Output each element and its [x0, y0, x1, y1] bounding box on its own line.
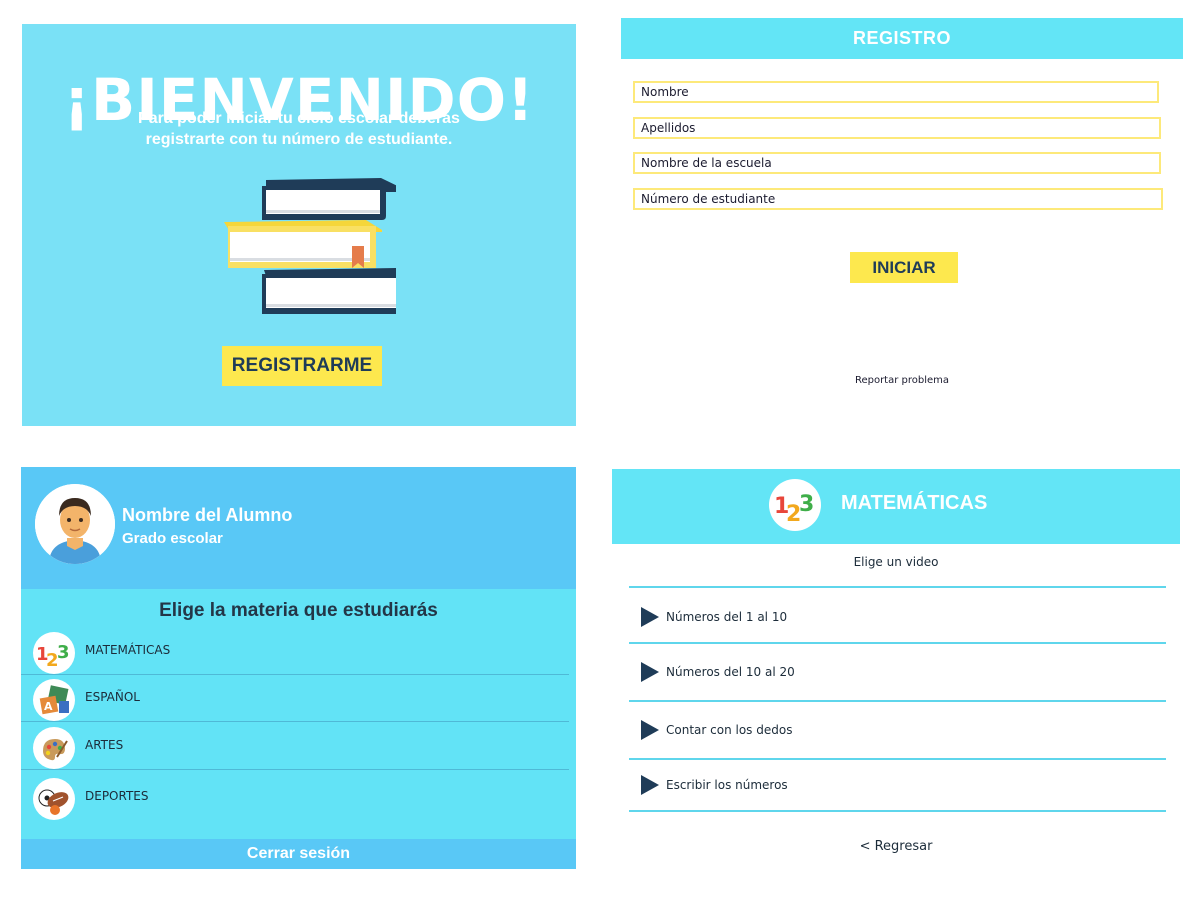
math-header: 1 2 3 MATEMÁTICAS — [612, 469, 1180, 544]
subject-item-matematicas[interactable]: 1 2 3 MATEMÁTICAS — [21, 629, 569, 675]
books-stack-icon — [224, 178, 396, 314]
video-item[interactable]: Escribir los números — [629, 760, 1166, 810]
student-avatar-icon — [35, 484, 115, 564]
start-button[interactable]: INICIAR — [850, 252, 958, 283]
subject-label: MATEMÁTICAS — [85, 643, 171, 657]
video-item[interactable]: Contar con los dedos — [629, 705, 1166, 755]
registration-header: REGISTRO — [621, 18, 1183, 59]
video-label: Números del 10 al 20 — [666, 665, 795, 679]
palette-icon — [33, 727, 75, 769]
divider — [629, 700, 1166, 702]
numbers-123-icon: 1 2 3 — [33, 632, 75, 674]
divider — [629, 642, 1166, 644]
subject-item-artes[interactable]: ARTES — [21, 724, 569, 770]
registration-screen: REGISTRO INICIAR Reportar problema — [621, 18, 1183, 426]
svg-text:3: 3 — [57, 642, 70, 663]
numbers-123-icon: 1 2 3 — [769, 479, 821, 531]
alphabet-blocks-icon: A — [33, 679, 75, 721]
logout-button[interactable]: Cerrar sesión — [21, 839, 576, 869]
name-field[interactable] — [633, 81, 1159, 103]
video-item[interactable]: Números del 10 al 20 — [629, 647, 1166, 697]
school-name-field[interactable] — [633, 152, 1161, 174]
choose-subject-title: Elige la materia que estudiarás — [159, 600, 438, 621]
student-number-field[interactable] — [633, 188, 1163, 210]
choose-video-subtitle: Elige un video — [853, 555, 939, 569]
video-item[interactable]: Números del 1 al 10 — [629, 592, 1166, 642]
video-label: Escribir los números — [666, 778, 788, 792]
svg-text:A: A — [44, 700, 53, 713]
student-home-screen: Nombre del Alumno Grado escolar Elige la… — [21, 467, 576, 869]
video-label: Contar con los dedos — [666, 723, 793, 737]
subject-label: DEPORTES — [85, 789, 149, 803]
play-icon — [641, 720, 659, 740]
sports-balls-icon — [33, 778, 75, 820]
play-icon — [641, 662, 659, 682]
divider — [629, 586, 1166, 588]
math-videos-screen: 1 2 3 MATEMÁTICAS Elige un video Números… — [612, 469, 1180, 879]
video-label: Números del 1 al 10 — [666, 610, 788, 624]
svg-text:3: 3 — [799, 492, 814, 517]
student-grade: Grado escolar — [122, 530, 223, 547]
play-icon — [641, 607, 659, 627]
subject-label: ESPAÑOL — [85, 690, 140, 704]
welcome-subtitle: Para poder iniciar tu ciclo escolar debe… — [138, 110, 460, 148]
student-name: Nombre del Alumno — [122, 505, 293, 525]
play-icon — [641, 775, 659, 795]
report-problem-link[interactable]: Reportar problema — [621, 375, 1183, 386]
subject-item-espanol[interactable]: A ESPAÑOL — [21, 676, 569, 722]
back-link[interactable]: < Regresar — [612, 839, 1180, 854]
subject-label: ARTES — [85, 738, 124, 752]
math-title: MATEMÁTICAS — [841, 492, 988, 514]
welcome-screen: ¡BIENVENIDO! Para poder iniciar tu ciclo… — [22, 24, 576, 426]
last-name-field[interactable] — [633, 117, 1161, 139]
profile-header: Nombre del Alumno Grado escolar — [21, 467, 576, 589]
subject-item-deportes[interactable]: DEPORTES — [21, 775, 569, 821]
divider — [629, 810, 1166, 812]
register-button[interactable]: REGISTRARME — [222, 346, 382, 386]
